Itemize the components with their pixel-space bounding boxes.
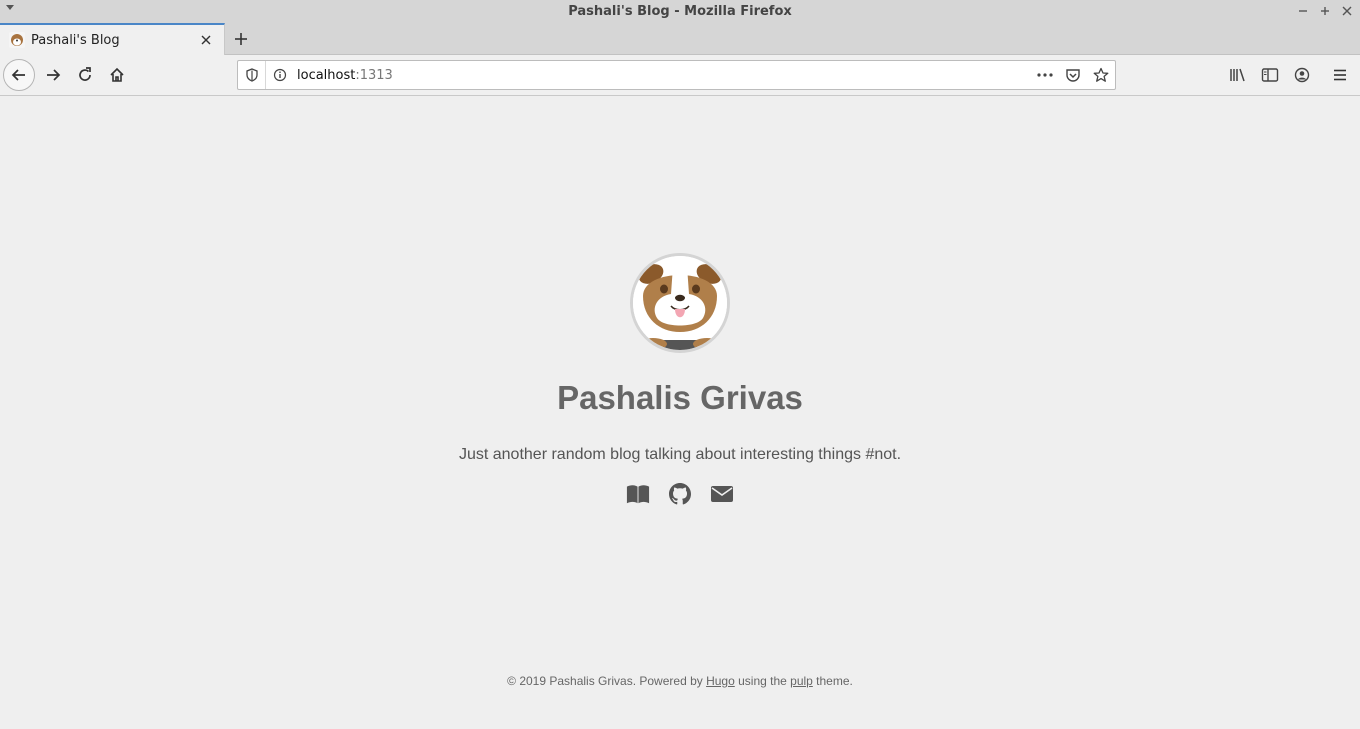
dog-favicon-icon <box>9 32 25 48</box>
toolbar-right <box>1222 59 1360 91</box>
window-controls <box>1294 2 1356 20</box>
github-icon[interactable] <box>668 482 692 506</box>
window-title: Pashali's Blog - Mozilla Firefox <box>568 4 792 19</box>
page-content: Pashalis Grivas Just another random blog… <box>0 96 1360 729</box>
window-titlebar: Pashali's Blog - Mozilla Firefox <box>0 0 1360 23</box>
tab-strip: Pashali's Blog <box>0 23 1360 55</box>
address-bar[interactable]: localhost:1313 <box>237 60 1116 90</box>
envelope-icon[interactable] <box>710 482 734 506</box>
footer-middle: using the <box>734 674 791 688</box>
home-button[interactable] <box>101 59 133 91</box>
tab-label: Pashali's Blog <box>31 32 120 48</box>
navigation-toolbar: localhost:1313 <box>0 55 1360 96</box>
reload-button[interactable] <box>69 59 101 91</box>
pocket-icon[interactable] <box>1059 61 1087 89</box>
site-description: Just another random blog talking about i… <box>458 446 902 463</box>
bookmark-star-icon[interactable] <box>1087 61 1115 89</box>
footer-suffix: theme. <box>812 674 853 688</box>
maximize-button[interactable] <box>1316 2 1334 20</box>
page-footer: © 2019 Pashalis Grivas. Powered by Hugo … <box>0 674 1360 688</box>
pulp-theme-link[interactable]: pulp <box>790 674 813 688</box>
tab-close-icon[interactable] <box>196 30 216 50</box>
footer-prefix: © 2019 Pashalis Grivas. Powered by <box>507 674 707 688</box>
social-links <box>0 482 1360 506</box>
url-host: localhost <box>297 67 356 83</box>
sidebar-toggle-icon[interactable] <box>1254 59 1286 91</box>
url-port: :1313 <box>355 67 393 83</box>
avatar <box>630 253 730 353</box>
site-info-icon[interactable] <box>266 61 294 89</box>
tab-pashalis-blog[interactable]: Pashali's Blog <box>0 23 225 55</box>
new-tab-button[interactable] <box>229 27 253 51</box>
tracking-protection-shield-icon[interactable] <box>238 61 266 89</box>
hamburger-menu-icon[interactable] <box>1324 59 1356 91</box>
page-actions-menu-icon[interactable] <box>1031 61 1059 89</box>
library-icon[interactable] <box>1222 59 1254 91</box>
book-icon[interactable] <box>626 482 650 506</box>
close-window-button[interactable] <box>1338 2 1356 20</box>
forward-button[interactable] <box>37 59 69 91</box>
page-title: Pashalis Grivas <box>557 379 803 416</box>
hugo-link[interactable]: Hugo <box>706 674 735 688</box>
url-text[interactable]: localhost:1313 <box>297 68 1031 83</box>
back-button[interactable] <box>3 59 35 91</box>
window-menu-icon[interactable] <box>6 5 14 10</box>
minimize-button[interactable] <box>1294 2 1312 20</box>
account-icon[interactable] <box>1286 59 1318 91</box>
